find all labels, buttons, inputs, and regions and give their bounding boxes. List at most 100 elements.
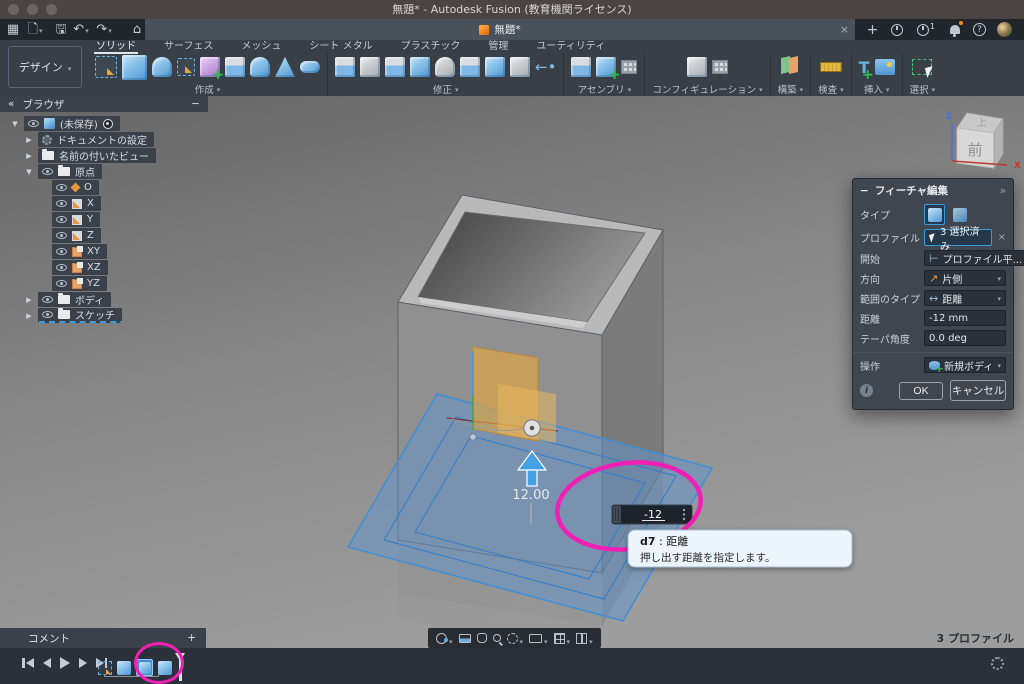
visibility-eye-icon[interactable] <box>42 311 53 318</box>
tab-solid[interactable]: ソリッド <box>94 40 138 54</box>
minimize-window-button[interactable] <box>27 4 38 15</box>
joint-icon[interactable] <box>596 57 616 77</box>
distance-value-input[interactable]: -12 <box>612 505 692 524</box>
tab-surface[interactable]: サーフェス <box>162 40 215 54</box>
input-menu-dots-icon[interactable] <box>683 509 685 520</box>
save-icon[interactable]: 🖫 <box>52 21 70 38</box>
job-status-icon[interactable] <box>888 21 905 38</box>
ok-button[interactable]: OK <box>899 382 943 400</box>
step-back-button[interactable] <box>43 658 51 668</box>
rib-icon[interactable] <box>275 57 295 77</box>
sketch-point[interactable] <box>470 434 476 440</box>
timeline-settings-gear-icon[interactable] <box>991 657 1004 670</box>
look-at-icon[interactable] <box>459 634 471 643</box>
browser-item-bodies[interactable]: ▶ ボディ <box>24 292 208 307</box>
zoom-window-button[interactable] <box>46 4 57 15</box>
home-view-icon[interactable]: ⌂ <box>128 21 146 38</box>
derive-icon[interactable] <box>177 58 195 76</box>
configuration-table-icon[interactable] <box>712 60 728 74</box>
type-thin-extrude[interactable] <box>953 208 967 222</box>
visibility-eye-icon[interactable] <box>56 184 67 191</box>
browser-item-origin-point[interactable]: O <box>52 180 208 195</box>
browser-item-sketches[interactable]: ▶ スケッチ <box>24 308 208 323</box>
taper-angle-field[interactable]: 0.0 deg <box>924 330 1006 346</box>
go-to-start-button[interactable] <box>22 658 34 668</box>
zoom-icon[interactable] <box>493 634 501 642</box>
combine-icon[interactable] <box>410 57 430 77</box>
comments-bar[interactable]: コメント + <box>0 628 206 648</box>
construct-menu[interactable]: 構築 <box>778 82 804 96</box>
configuration-menu[interactable]: コンフィギュレーション <box>652 82 762 96</box>
browser-item-document[interactable]: ▼ (未保存) <box>10 116 208 131</box>
browser-item-y-axis[interactable]: Y <box>52 212 208 227</box>
redo-icon[interactable]: ↷▾ <box>95 21 113 38</box>
tab-sheetmetal[interactable]: シート メタル <box>307 40 374 54</box>
clear-selection-icon[interactable]: × <box>998 232 1006 243</box>
insert-menu[interactable]: 挿入 <box>864 82 890 96</box>
visibility-eye-icon[interactable] <box>56 264 67 271</box>
distance-field[interactable]: -12 mm <box>924 310 1006 326</box>
profile-selection-chip[interactable]: 3 選択済み <box>924 229 992 246</box>
play-button[interactable] <box>60 657 70 669</box>
browser-item-yz-plane[interactable]: YZ <box>52 276 208 291</box>
construct-plane-icon[interactable] <box>780 57 800 77</box>
select-menu[interactable]: 選択 <box>910 82 936 96</box>
visibility-eye-icon[interactable] <box>28 120 39 127</box>
browser-item-x-axis[interactable]: X <box>52 196 208 211</box>
browser-item-z-axis[interactable]: Z <box>52 228 208 243</box>
active-document-tab[interactable]: 無題* × <box>145 19 855 40</box>
close-window-button[interactable] <box>8 4 19 15</box>
extent-type-dropdown[interactable]: ↔ 距離 <box>924 290 1006 306</box>
distance-input-value[interactable]: -12 <box>644 508 662 521</box>
notifications-bell-icon[interactable] <box>946 21 963 38</box>
browser-item-xz-plane[interactable]: XZ <box>52 260 208 275</box>
visibility-eye-icon[interactable] <box>56 280 67 287</box>
sweep-icon[interactable] <box>225 57 245 77</box>
minimize-panel-icon[interactable]: − <box>191 98 200 110</box>
visibility-eye-icon[interactable] <box>42 168 53 175</box>
split-body-icon[interactable] <box>460 57 480 77</box>
replace-face-icon[interactable] <box>510 57 530 77</box>
visibility-eye-icon[interactable] <box>56 232 67 239</box>
shell-icon[interactable] <box>385 57 405 77</box>
tab-manage[interactable]: 管理 <box>486 40 510 54</box>
close-tab-icon[interactable]: × <box>840 23 849 36</box>
visibility-eye-icon[interactable] <box>56 248 67 255</box>
extrude-icon[interactable] <box>122 55 147 80</box>
create-menu[interactable]: 作成 <box>195 82 221 96</box>
create-sketch-icon[interactable] <box>95 56 117 78</box>
insert-image-icon[interactable] <box>875 59 895 75</box>
inspect-menu[interactable]: 検査 <box>818 82 844 96</box>
cancel-button[interactable]: キャンセル <box>950 380 1006 401</box>
capture-position-icon[interactable] <box>103 119 113 129</box>
new-component-icon[interactable] <box>571 57 591 77</box>
pipe-icon[interactable] <box>300 61 320 73</box>
info-icon[interactable]: i <box>860 384 873 397</box>
visibility-eye-icon[interactable] <box>42 296 53 303</box>
expand-dialog-icon[interactable]: » <box>1000 185 1006 197</box>
select-window-icon[interactable] <box>912 59 932 75</box>
timeline-sketch-feature[interactable] <box>98 661 112 675</box>
primitive-box-icon[interactable] <box>200 57 220 77</box>
workspace-switcher[interactable]: デザイン <box>8 46 82 88</box>
display-settings-icon[interactable] <box>529 629 548 648</box>
grid-settings-icon[interactable] <box>554 629 571 648</box>
viewports-icon[interactable] <box>576 629 593 648</box>
browser-item-document-settings[interactable]: ▶ ドキュメントの設定 <box>24 132 208 147</box>
user-avatar[interactable] <box>996 21 1013 38</box>
visibility-eye-icon[interactable] <box>56 200 67 207</box>
browser-item-origin[interactable]: ▼ 原点 <box>24 164 208 179</box>
undo-feature-icon[interactable]: ←• <box>535 58 556 76</box>
insert-text-icon[interactable]: T <box>859 58 870 77</box>
direction-dropdown[interactable]: ↗ 片側 <box>924 270 1006 286</box>
configure-icon[interactable] <box>687 57 707 77</box>
start-dropdown[interactable]: ⊢ プロファイル平... <box>924 250 1024 266</box>
loft-icon[interactable] <box>250 57 270 77</box>
file-menu-icon[interactable]: 🗋▾ <box>26 21 44 38</box>
timeline-extrude-feature-1[interactable] <box>117 661 131 675</box>
pan-icon[interactable] <box>477 633 487 643</box>
orbit-icon[interactable] <box>436 629 453 648</box>
collapse-dialog-icon[interactable]: − <box>860 185 869 197</box>
add-comment-icon[interactable]: + <box>187 632 196 644</box>
tab-plastic[interactable]: プラスチック <box>399 40 463 54</box>
